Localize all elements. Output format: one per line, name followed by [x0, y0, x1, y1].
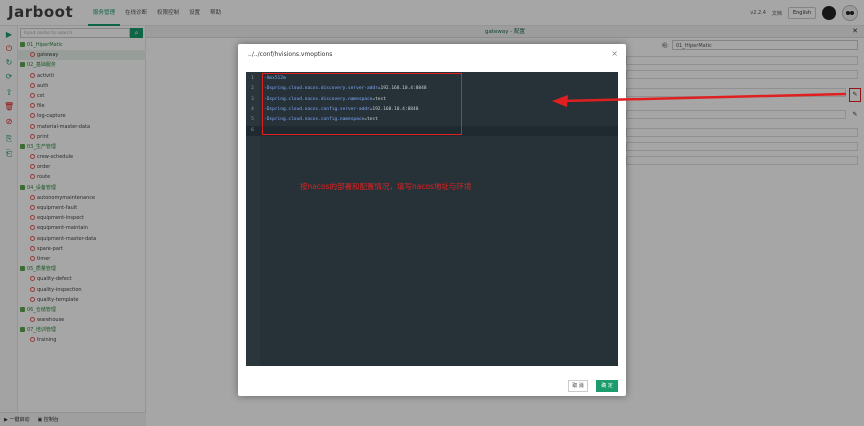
dialog-title: ../../conf/hvisions.vmoptions [248, 51, 333, 58]
cancel-button[interactable]: 取 消 [568, 380, 588, 392]
annotation-text: 按nacos的部署和配置情况，填写nacos地址与环境 [300, 182, 472, 191]
edit-file-dialog: ../../conf/hvisions.vmoptions × 1 -Xmx512… [238, 44, 626, 396]
line-number: 6 [251, 127, 254, 133]
line-number: 5 [251, 117, 254, 123]
close-icon[interactable]: × [611, 49, 618, 58]
line-number: 1 [251, 76, 254, 81]
line-number: 2 [251, 86, 254, 92]
line-number: 3 [251, 96, 254, 102]
highlight-box [262, 73, 462, 135]
line-number: 4 [251, 106, 254, 112]
ok-button[interactable]: 确 定 [596, 380, 618, 392]
